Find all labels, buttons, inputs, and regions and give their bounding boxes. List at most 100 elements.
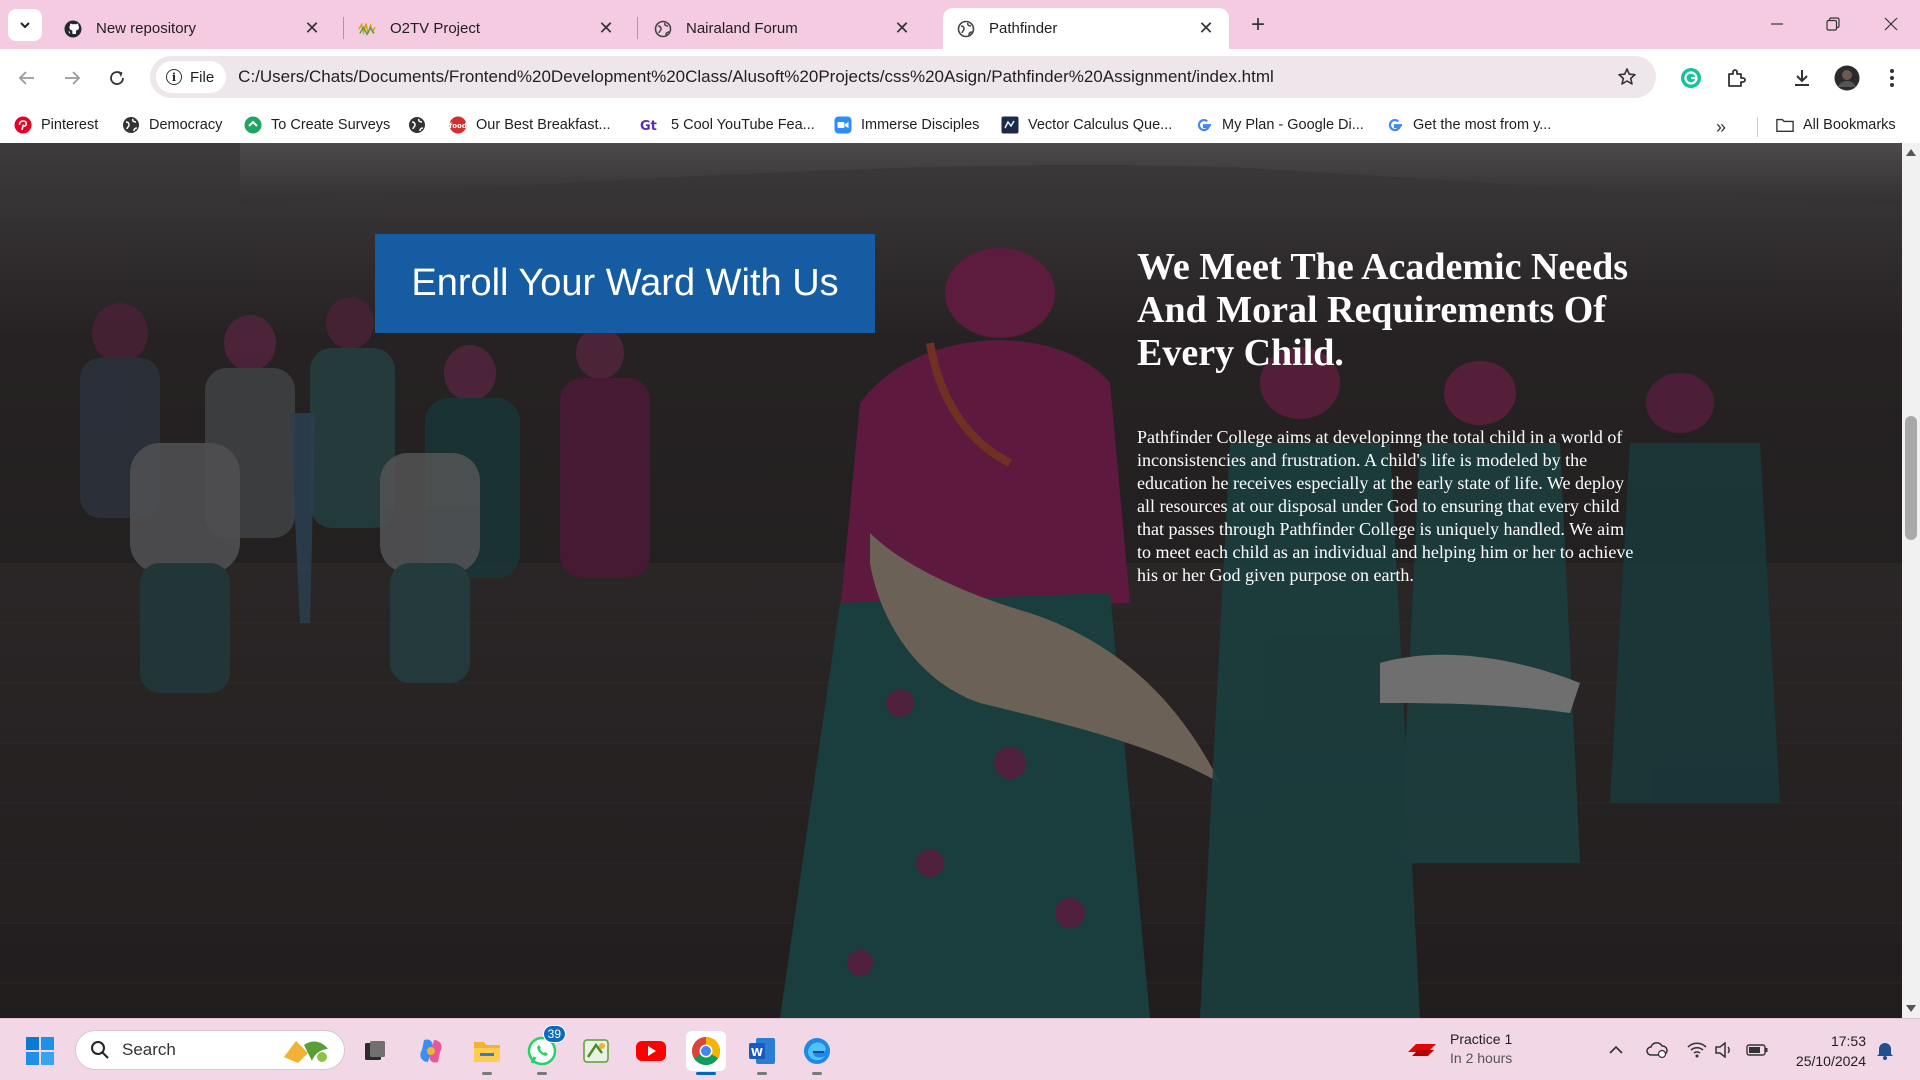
google-icon <box>1195 116 1213 134</box>
page-scrollbar[interactable] <box>1902 143 1920 1018</box>
enroll-button[interactable]: Enroll Your Ward With Us <box>375 234 875 333</box>
copilot-icon <box>420 1039 442 1063</box>
bookmarks-overflow-button[interactable]: » <box>1716 117 1726 138</box>
bookmark-my-plan[interactable]: My Plan - Google Di... <box>1195 113 1364 137</box>
wifi-button[interactable] <box>1686 1039 1708 1061</box>
avatar <box>1834 65 1860 91</box>
bookmark-to-create-surveys[interactable]: To Create Surveys <box>244 113 390 137</box>
svg-text:food: food <box>449 122 467 130</box>
task-view-button[interactable] <box>355 1031 395 1071</box>
show-hidden-icons-button[interactable] <box>1605 1039 1627 1061</box>
new-tab-button[interactable]: + <box>1244 13 1272 39</box>
tab-separator <box>637 17 638 39</box>
tab-title: Nairaland Forum <box>686 20 798 37</box>
file-explorer-button[interactable] <box>467 1031 507 1075</box>
grammarly-extension-button[interactable] <box>1675 62 1707 94</box>
bookmark-5-cool-youtube[interactable]: Gt 5 Cool YouTube Fea... <box>640 113 815 137</box>
tab-new-repository[interactable]: New repository ✕ <box>50 8 335 49</box>
taskbar-search[interactable]: Search <box>75 1030 345 1070</box>
task-view-icon <box>365 1041 385 1060</box>
weather-widget[interactable]: Practice 1 In 2 hours <box>1406 1030 1512 1068</box>
clock-date: 25/10/2024 <box>1795 1053 1866 1069</box>
edge-button[interactable] <box>797 1031 837 1075</box>
active-indicator <box>696 1072 716 1075</box>
tab-title: O2TV Project <box>390 20 481 37</box>
extensions-button[interactable] <box>1720 62 1752 94</box>
battery-button[interactable] <box>1746 1039 1768 1061</box>
bookmark-get-the-most[interactable]: Get the most from y... <box>1386 113 1551 137</box>
back-button[interactable] <box>11 62 43 94</box>
volume-button[interactable] <box>1713 1039 1735 1061</box>
hero-section: Enroll Your Ward With Us We Meet The Aca… <box>0 143 1902 1018</box>
bookmark-globe[interactable] <box>408 113 435 137</box>
pinterest-icon <box>14 116 32 134</box>
url-text[interactable]: C:/Users/Chats/Documents/Frontend%20Deve… <box>238 67 1612 87</box>
tab-o2tv-project[interactable]: O2TV Project ✕ <box>344 8 629 49</box>
scroll-down-arrow[interactable] <box>1906 1005 1916 1012</box>
speaker-icon <box>1715 1042 1730 1058</box>
bookmark-vector-calculus[interactable]: Vector Calculus Que... <box>1001 113 1172 137</box>
bookmark-immerse-disciples[interactable]: Immerse Disciples <box>834 113 979 137</box>
browser-menu-button[interactable] <box>1876 62 1908 94</box>
close-icon[interactable]: ✕ <box>303 18 321 38</box>
svg-text:Gt: Gt <box>640 119 657 133</box>
scrollbar-thumb[interactable] <box>1905 416 1917 540</box>
downloads-button[interactable] <box>1786 62 1818 94</box>
bookmark-pinterest[interactable]: Pinterest <box>14 113 98 137</box>
survey-icon <box>244 116 262 134</box>
bookmark-label: To Create Surveys <box>271 117 391 133</box>
folder-icon <box>1776 116 1794 134</box>
windows-taskbar: Search 39 W Practice 1 In 2 hours 17:53 … <box>0 1018 1920 1080</box>
close-icon[interactable]: ✕ <box>597 18 615 38</box>
close-icon[interactable]: ✕ <box>1197 18 1215 38</box>
copilot-button[interactable] <box>411 1031 451 1071</box>
bookmarks-bar: Pinterest Democracy To Create Surveys fo… <box>0 107 1920 143</box>
chrome-button[interactable] <box>686 1031 726 1075</box>
system-clock[interactable]: 17:53 25/10/2024 <box>1780 1031 1866 1071</box>
paint-button[interactable] <box>576 1031 616 1071</box>
battery-icon <box>1746 1044 1768 1056</box>
all-bookmarks-button[interactable]: All Bookmarks <box>1776 113 1896 137</box>
reload-button[interactable] <box>101 62 133 94</box>
chevron-down-icon <box>20 22 30 29</box>
browser-toolbar: i File C:/Users/Chats/Documents/Frontend… <box>0 49 1920 107</box>
notification-badge: 39 <box>542 1025 566 1043</box>
search-icon <box>91 1041 109 1059</box>
bookmark-label: Democracy <box>149 117 223 133</box>
bookmark-our-best-breakfast[interactable]: food Our Best Breakfast... <box>449 113 611 137</box>
tab-search-button[interactable] <box>8 9 42 41</box>
youtube-button[interactable] <box>631 1031 671 1071</box>
reload-icon <box>110 71 124 85</box>
chrome-icon <box>692 1037 720 1065</box>
svg-text:W: W <box>751 1046 763 1059</box>
start-button[interactable] <box>20 1031 60 1071</box>
minimize-button[interactable] <box>1750 6 1804 42</box>
word-icon: W <box>749 1038 775 1064</box>
forward-button[interactable] <box>56 62 88 94</box>
bookmark-label: 5 Cool YouTube Fea... <box>671 117 815 133</box>
zoom-icon <box>834 116 852 134</box>
running-indicator <box>537 1072 547 1075</box>
arrow-right-icon <box>65 71 81 85</box>
tab-nairaland-forum[interactable]: Nairaland Forum ✕ <box>640 8 925 49</box>
tab-pathfinder[interactable]: Pathfinder ✕ <box>943 8 1229 49</box>
site-info-chip[interactable]: i File <box>156 61 227 93</box>
bookmark-democracy[interactable]: Democracy <box>122 113 222 137</box>
globe-icon <box>654 20 672 38</box>
word-button[interactable]: W <box>742 1031 782 1075</box>
notifications-button[interactable] <box>1874 1039 1896 1061</box>
address-bar[interactable]: i File C:/Users/Chats/Documents/Frontend… <box>150 56 1656 98</box>
close-icon[interactable]: ✕ <box>893 18 911 38</box>
whatsapp-button[interactable]: 39 <box>522 1025 566 1075</box>
window-close-button[interactable] <box>1864 6 1918 42</box>
all-bookmarks-label: All Bookmarks <box>1803 117 1896 133</box>
scroll-up-arrow[interactable] <box>1906 149 1916 156</box>
bookmark-star-button[interactable] <box>1612 67 1642 87</box>
restore-button[interactable] <box>1806 6 1860 42</box>
profile-button[interactable] <box>1831 62 1863 94</box>
windows-logo-icon <box>26 1037 54 1065</box>
search-highlight-icon <box>284 1041 328 1063</box>
info-icon: i <box>166 69 182 85</box>
running-indicator <box>482 1072 492 1075</box>
onedrive-button[interactable] <box>1646 1039 1668 1061</box>
